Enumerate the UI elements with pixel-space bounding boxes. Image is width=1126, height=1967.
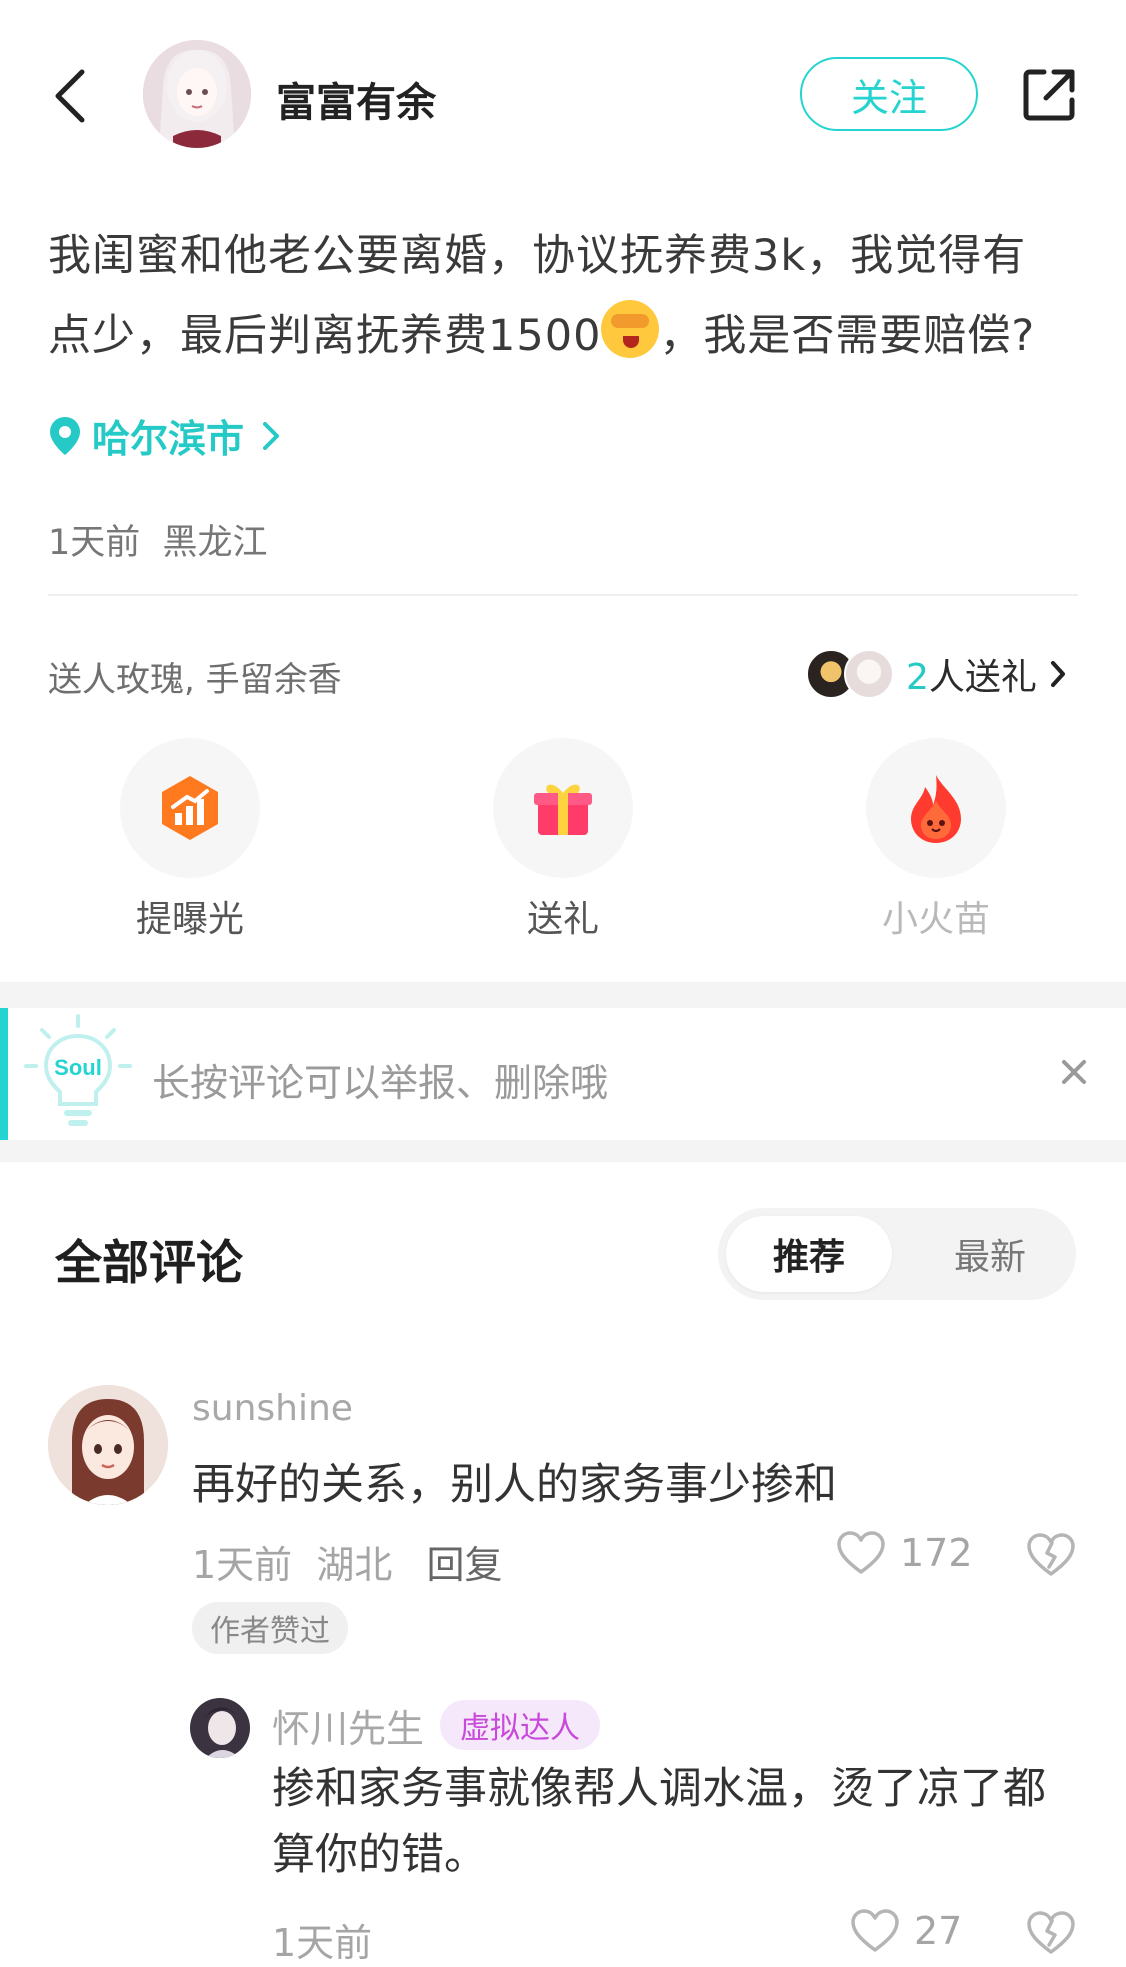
reply-button[interactable]: 回复 xyxy=(426,1543,502,1587)
location-pin-icon xyxy=(50,416,80,455)
boost-exposure-icon xyxy=(162,776,218,840)
post-text-part2: ，我是否需要赔偿? xyxy=(659,311,1036,361)
reply-time: 1天前 xyxy=(272,1921,373,1965)
replier-name[interactable]: 怀川先生 xyxy=(272,1698,424,1753)
avatar-portrait-image xyxy=(48,1385,168,1505)
gift-circle xyxy=(493,738,633,878)
comment-meta: 1天前 湖北 回复 xyxy=(192,1534,502,1589)
gift-givers-link[interactable]: 2人送礼 xyxy=(806,648,1069,700)
broken-heart-icon xyxy=(1027,1911,1075,1954)
heart-icon xyxy=(851,1909,899,1952)
reply-dislike-button[interactable] xyxy=(1026,1908,1076,1958)
comment-time: 1天前 xyxy=(192,1543,293,1587)
post-text: 我闺蜜和他老公要离婚，协议抚养费3k，我觉得有点少，最后判离抚养费1500 ，我是… xyxy=(48,216,1068,376)
virtual-expert-tag: 虚拟达人 xyxy=(440,1700,600,1750)
boost-circle xyxy=(120,738,260,878)
tab-recommended[interactable]: 推荐 xyxy=(726,1216,892,1292)
gift-box-icon xyxy=(534,784,592,835)
post-time: 1天前 xyxy=(48,523,141,563)
chevron-right-icon xyxy=(1050,661,1065,687)
avatar-portrait-image xyxy=(190,1698,250,1758)
section-separator xyxy=(0,982,1126,1008)
tip-accent-bar xyxy=(0,1008,8,1140)
reply-text: 掺和家务事就像帮人调水温，烫了凉了都算你的错。 xyxy=(272,1764,1046,1880)
gift-count-suffix: 人送礼 xyxy=(928,657,1037,698)
post-meta: 1天前 黑龙江 xyxy=(48,514,268,565)
comment-region: 湖北 xyxy=(316,1543,393,1587)
chevron-left-icon xyxy=(55,69,85,123)
follow-button[interactable]: 关注 xyxy=(800,57,978,131)
send-gift-button[interactable]: 送礼 xyxy=(493,738,633,942)
see-no-evil-face-icon xyxy=(601,300,660,358)
share-button[interactable] xyxy=(1020,66,1078,124)
gift-label: 送礼 xyxy=(526,899,599,940)
post-region: 黑龙江 xyxy=(162,523,268,563)
soul-logo-text: Soul xyxy=(54,1055,102,1080)
author-name[interactable]: 富富有余 xyxy=(276,70,436,128)
flame-label: 小火苗 xyxy=(881,899,990,940)
divider xyxy=(48,594,1078,596)
chevron-right-icon xyxy=(263,421,280,450)
tab-latest[interactable]: 最新 xyxy=(910,1216,1070,1292)
like-button[interactable]: 172 xyxy=(836,1530,973,1576)
reply-like-button[interactable]: 27 xyxy=(850,1908,962,1954)
dislike-button[interactable] xyxy=(1026,1530,1076,1580)
tip-text: 长按评论可以举报、删除哦 xyxy=(152,1061,609,1105)
like-count: 172 xyxy=(900,1531,973,1575)
location-name: 哈尔滨市 xyxy=(92,417,245,461)
author-avatar[interactable] xyxy=(143,40,251,148)
flame-circle xyxy=(866,738,1006,878)
replier-avatar[interactable] xyxy=(190,1698,250,1758)
gift-count: 2 xyxy=(906,657,929,698)
comment-text: 再好的关系，别人的家务事少掺和 xyxy=(192,1460,837,1510)
author-liked-badge: 作者赞过 xyxy=(192,1602,348,1654)
gift-count-label: 2人送礼 xyxy=(906,648,1037,700)
flame-icon xyxy=(911,775,961,843)
reply-like-count: 27 xyxy=(914,1909,963,1953)
gift-caption: 送人玫瑰, 手留余香 xyxy=(48,660,342,700)
boost-label: 提曝光 xyxy=(135,899,244,940)
gifter-avatar xyxy=(844,649,894,699)
heart-icon xyxy=(837,1531,885,1574)
tip-close-button[interactable] xyxy=(1058,1056,1090,1088)
boost-exposure-button[interactable]: 提曝光 xyxy=(120,738,260,942)
back-button[interactable] xyxy=(50,66,90,126)
soul-bulb-icon: Soul xyxy=(18,1012,138,1136)
comments-title: 全部评论 xyxy=(55,1236,243,1291)
section-separator xyxy=(0,1140,1126,1162)
location-link[interactable]: 哈尔滨市 xyxy=(48,408,284,463)
commenter-name[interactable]: sunshine xyxy=(192,1388,353,1429)
close-icon xyxy=(1062,1060,1086,1084)
flame-button[interactable]: 小火苗 xyxy=(866,738,1006,942)
broken-heart-icon xyxy=(1027,1533,1075,1576)
avatar-portrait-image xyxy=(143,40,251,148)
commenter-avatar[interactable] xyxy=(48,1385,168,1505)
share-external-icon xyxy=(1023,69,1075,121)
